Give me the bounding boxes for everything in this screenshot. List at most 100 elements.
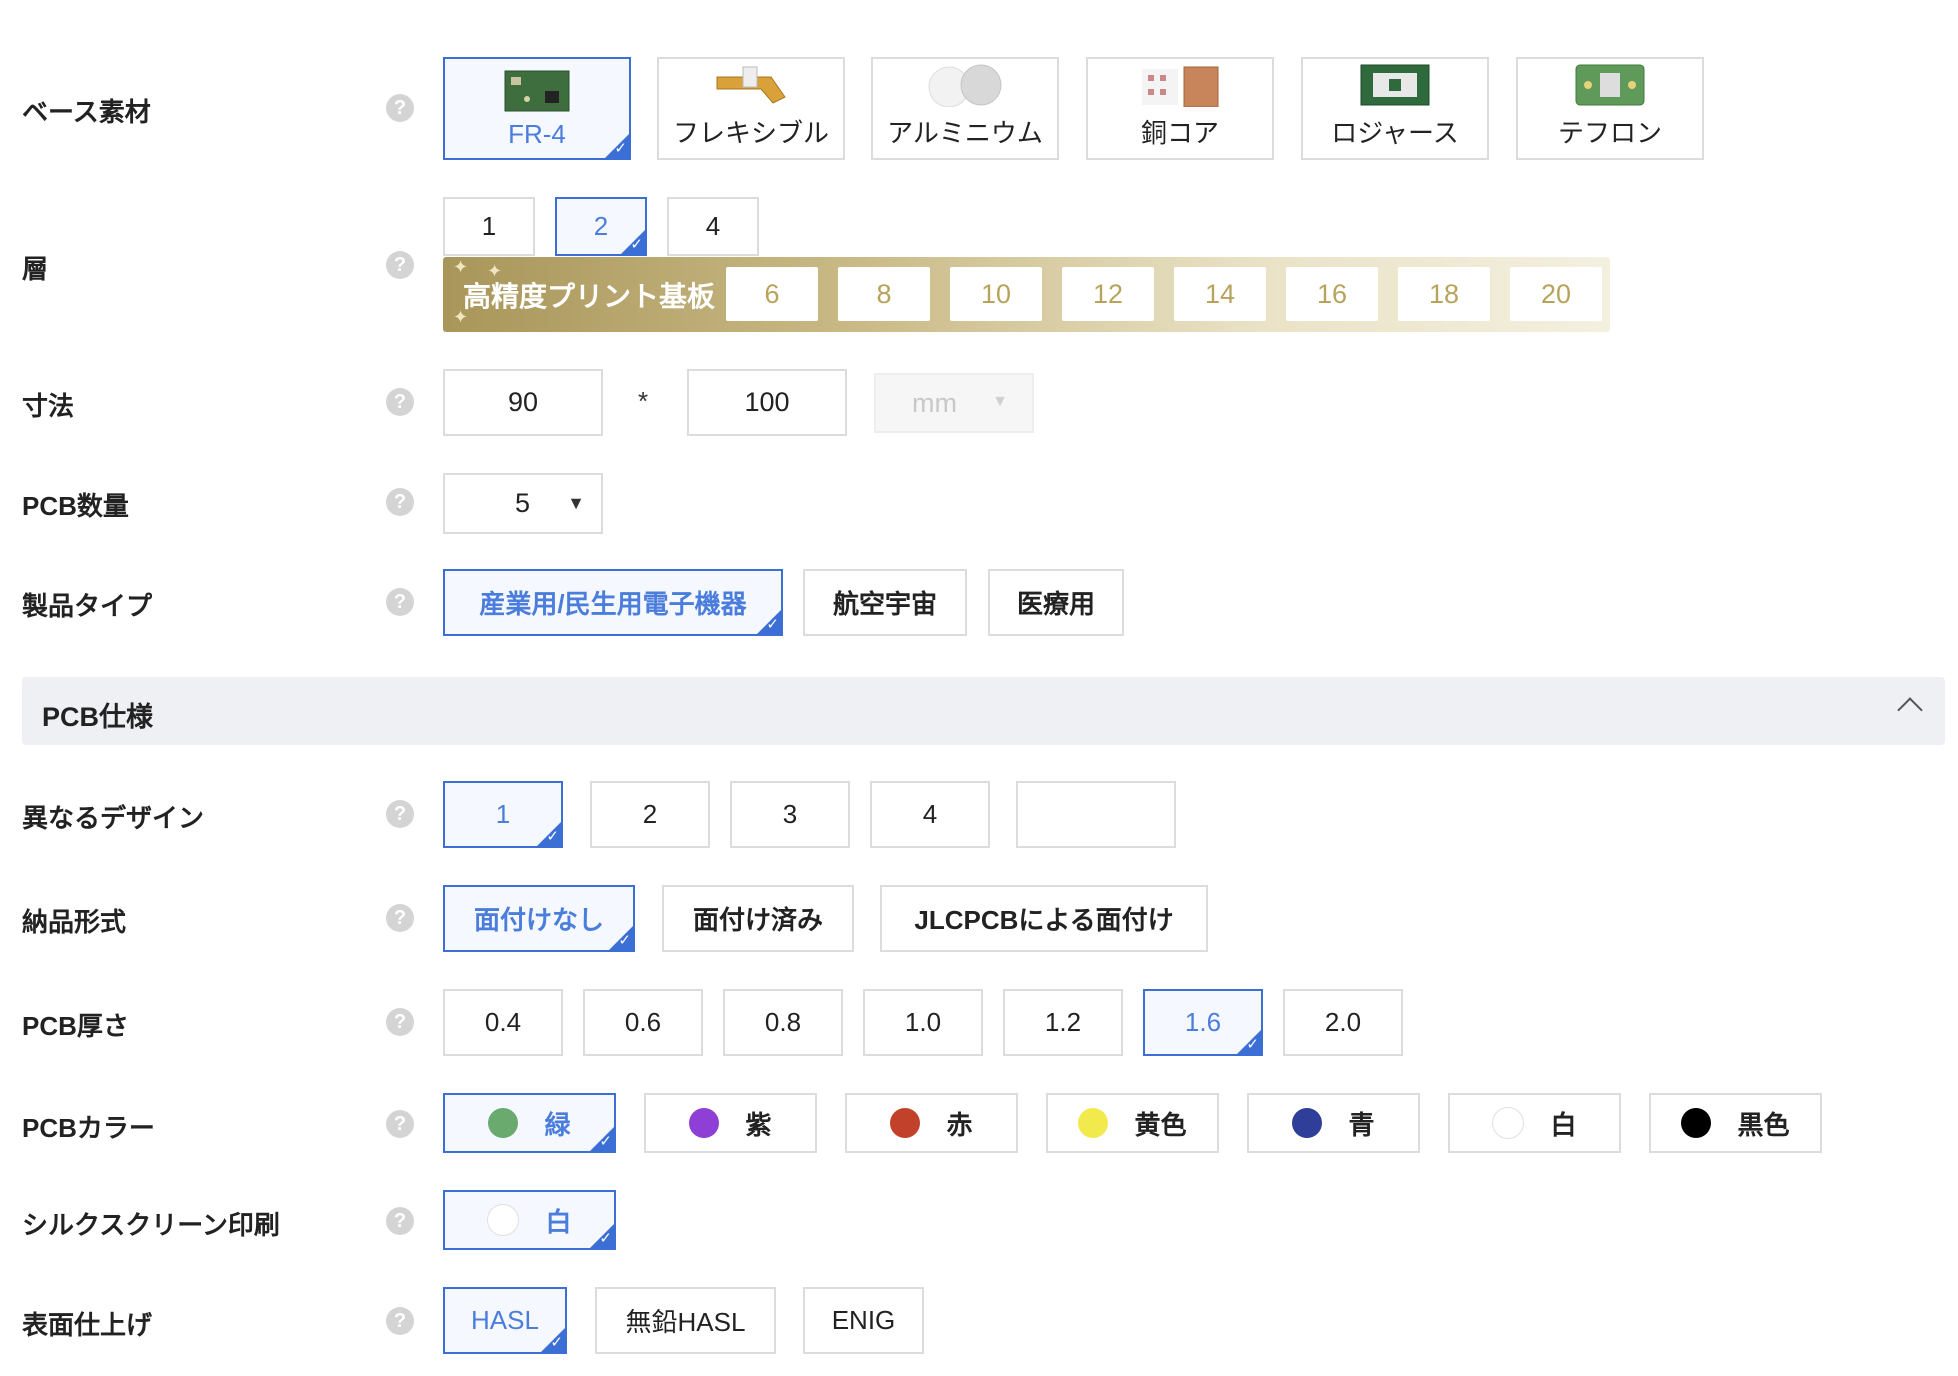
hdi-title: 高精度プリント基板: [463, 281, 716, 312]
help-icon[interactable]: ?: [386, 488, 414, 516]
pcb-qty-select[interactable]: 5 ▼: [443, 473, 603, 534]
aluminum-board-icon: [925, 63, 1005, 108]
design-option-4[interactable]: 4: [870, 781, 990, 848]
label-product-type: 製品タイプ: [22, 591, 153, 621]
material-label: アルミニウム: [887, 118, 1043, 148]
delivery-panel-by-customer[interactable]: 面付け済み: [662, 885, 854, 952]
layer-option-4[interactable]: 4: [667, 197, 759, 256]
label-base-material: ベース素材: [22, 97, 151, 127]
color-label: 青: [1348, 1109, 1375, 1140]
label-pcb-color: PCBカラー: [22, 1113, 155, 1143]
material-option-flexible[interactable]: フレキシブル: [657, 57, 845, 160]
material-option-rogers[interactable]: ロジャース: [1301, 57, 1489, 160]
hdi-layer-bar: ✦ ✦ ✦ 高精度プリント基板 6 8 10 12 14 16 18 20: [443, 257, 1610, 332]
hdi-layer-option-20[interactable]: 20: [1510, 267, 1602, 321]
color-label: 赤: [946, 1109, 973, 1140]
rogers-board-icon: [1355, 63, 1435, 107]
thickness-option[interactable]: 1.0: [863, 989, 983, 1056]
help-icon[interactable]: ?: [386, 1307, 414, 1335]
unit-select[interactable]: mm ▼: [874, 373, 1034, 433]
hdi-layer-option-10[interactable]: 10: [950, 267, 1042, 321]
color-label: 黒色: [1737, 1109, 1790, 1140]
help-icon[interactable]: ?: [386, 251, 414, 279]
material-option-aluminum[interactable]: アルミニウム: [871, 57, 1059, 160]
material-option-copper-core[interactable]: 銅コア: [1086, 57, 1274, 160]
thickness-option[interactable]: 1.2: [1003, 989, 1123, 1056]
help-icon[interactable]: ?: [386, 1008, 414, 1036]
hdi-layer-option-8[interactable]: 8: [838, 267, 930, 321]
color-label: 白: [1550, 1109, 1577, 1140]
label-dimensions: 寸法: [22, 391, 75, 421]
color-option-green[interactable]: 緑 ✓: [443, 1093, 616, 1153]
color-swatch: [1078, 1108, 1109, 1138]
hdi-layer-option-18[interactable]: 18: [1398, 267, 1490, 321]
check-icon: ✓: [599, 1230, 612, 1247]
color-option-black[interactable]: 黒色: [1649, 1093, 1822, 1153]
material-label: ロジャース: [1331, 118, 1459, 148]
fr4-board-icon: [497, 69, 577, 113]
color-swatch: [890, 1108, 921, 1138]
help-icon[interactable]: ?: [386, 1207, 414, 1235]
help-icon[interactable]: ?: [386, 1110, 414, 1138]
delivery-panel-by-jlcpcb[interactable]: JLCPCBによる面付け: [880, 885, 1208, 952]
delivery-label: 面付けなし: [473, 905, 604, 935]
design-option-3[interactable]: 3: [730, 781, 850, 848]
thickness-option[interactable]: 0.6: [583, 989, 703, 1056]
design-label: 1: [495, 799, 511, 829]
thickness-option[interactable]: 0.8: [723, 989, 843, 1056]
help-icon[interactable]: ?: [386, 800, 414, 828]
flexible-board-icon: [711, 63, 791, 107]
thickness-option-selected[interactable]: 1.6 ✓: [1143, 989, 1263, 1056]
color-swatch: [1292, 1108, 1323, 1138]
design-option-1[interactable]: 1 ✓: [443, 781, 563, 848]
thickness-option[interactable]: 2.0: [1283, 989, 1403, 1056]
pcb-spec-section-header[interactable]: PCB仕様: [22, 677, 1945, 745]
color-swatch: [1681, 1108, 1712, 1138]
hdi-layer-option-14[interactable]: 14: [1174, 267, 1266, 321]
hdi-layer-option-16[interactable]: 16: [1286, 267, 1378, 321]
check-icon: ✓: [546, 828, 559, 845]
height-input[interactable]: 100: [687, 369, 847, 436]
finish-option-hasl[interactable]: HASL ✓: [443, 1287, 567, 1354]
design-custom-input[interactable]: [1016, 781, 1176, 848]
product-type-medical[interactable]: 医療用: [988, 569, 1124, 636]
color-option-red[interactable]: 赤: [845, 1093, 1018, 1153]
unit-value: mm: [912, 387, 957, 418]
label-layers: 層: [22, 254, 49, 284]
silkscreen-option-white[interactable]: 白 ✓: [443, 1190, 616, 1250]
layer-option-2[interactable]: 2 ✓: [555, 197, 647, 256]
teflon-board-icon: [1570, 63, 1650, 107]
material-option-teflon[interactable]: テフロン: [1516, 57, 1704, 160]
color-option-white[interactable]: 白: [1448, 1093, 1621, 1153]
finish-option-leadfree-hasl[interactable]: 無鉛HASL: [595, 1287, 776, 1354]
help-icon[interactable]: ?: [386, 94, 414, 122]
color-label: 紫: [745, 1109, 772, 1140]
product-type-industrial[interactable]: 産業用/民生用電子機器 ✓: [443, 569, 783, 636]
finish-option-enig[interactable]: ENIG: [803, 1287, 924, 1354]
help-icon[interactable]: ?: [386, 588, 414, 616]
design-option-2[interactable]: 2: [590, 781, 710, 848]
width-input[interactable]: 90: [443, 369, 603, 436]
material-label: テフロン: [1557, 118, 1662, 148]
hdi-layer-option-6[interactable]: 6: [726, 267, 818, 321]
product-type-aerospace[interactable]: 航空宇宙: [803, 569, 967, 636]
delivery-single-pieces[interactable]: 面付けなし ✓: [443, 885, 635, 952]
help-icon[interactable]: ?: [386, 388, 414, 416]
material-option-fr4[interactable]: FR-4 ✓: [443, 57, 631, 160]
label-pcb-thickness: PCB厚さ: [22, 1011, 129, 1041]
color-option-blue[interactable]: 青: [1247, 1093, 1420, 1153]
label-delivery-format: 納品形式: [22, 907, 127, 937]
layer-option-1[interactable]: 1: [443, 197, 535, 256]
material-label: 銅コア: [1140, 118, 1219, 148]
chevron-down-icon: ▼: [567, 493, 585, 513]
color-option-purple[interactable]: 紫: [644, 1093, 817, 1153]
chevron-up-icon[interactable]: [1897, 697, 1923, 723]
label-pcb-qty: PCB数量: [22, 491, 129, 521]
thickness-option[interactable]: 0.4: [443, 989, 563, 1056]
layer-label: 2: [593, 211, 609, 241]
thickness-label: 1.6: [1184, 1007, 1222, 1037]
finish-label: HASL: [471, 1305, 539, 1335]
color-option-yellow[interactable]: 黄色: [1046, 1093, 1219, 1153]
hdi-layer-option-12[interactable]: 12: [1062, 267, 1154, 321]
help-icon[interactable]: ?: [386, 904, 414, 932]
